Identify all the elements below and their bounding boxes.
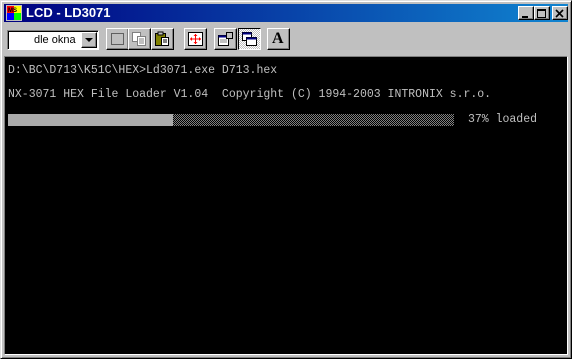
close-icon: [555, 9, 564, 18]
font-A-icon: A: [272, 30, 284, 47]
console-window: MS LCD - LD3071 dle okna A D:\BC\D713\K5…: [0, 0, 572, 359]
font-button[interactable]: A: [267, 28, 290, 50]
title-bar[interactable]: MS LCD - LD3071: [4, 4, 568, 22]
progress-bar: [8, 114, 454, 126]
background-button[interactable]: [238, 28, 261, 50]
properties-icon: [218, 32, 233, 46]
paste-button[interactable]: [151, 28, 174, 50]
minimize-button[interactable]: [518, 6, 534, 20]
loader-banner: NX-3071 HEX File Loader V1.04 Copyright …: [8, 88, 492, 101]
font-size-value: dle okna: [34, 34, 76, 46]
close-button[interactable]: [552, 6, 568, 20]
background-icon: [242, 32, 257, 46]
copy-button[interactable]: [128, 28, 151, 50]
minimize-icon: [522, 16, 528, 18]
copy-icon: [132, 32, 146, 46]
window-title: LCD - LD3071: [26, 5, 111, 20]
font-size-select[interactable]: dle okna: [7, 30, 99, 50]
ms-dos-icon[interactable]: MS: [6, 5, 22, 21]
maximize-icon: [537, 9, 546, 18]
toolbar: dle okna A: [4, 25, 568, 53]
dotted-rectangle-icon: [111, 33, 124, 45]
mark-button[interactable]: [106, 28, 129, 50]
maximize-button[interactable]: [534, 6, 550, 20]
command-line: D:\BC\D713\K51C\HEX>Ld3071.exe D713.hex: [8, 64, 278, 77]
paste-icon: [155, 31, 169, 46]
properties-button[interactable]: [214, 28, 237, 50]
svg-text:MS: MS: [8, 8, 17, 14]
chevron-down-icon[interactable]: [81, 32, 97, 48]
fullscreen-icon: [188, 32, 203, 46]
console-output[interactable]: D:\BC\D713\K51C\HEX>Ld3071.exe D713.hex …: [4, 56, 568, 355]
fullscreen-button[interactable]: [184, 28, 207, 50]
progress-status: 37% loaded: [468, 113, 538, 126]
progress-fill: [8, 114, 173, 126]
